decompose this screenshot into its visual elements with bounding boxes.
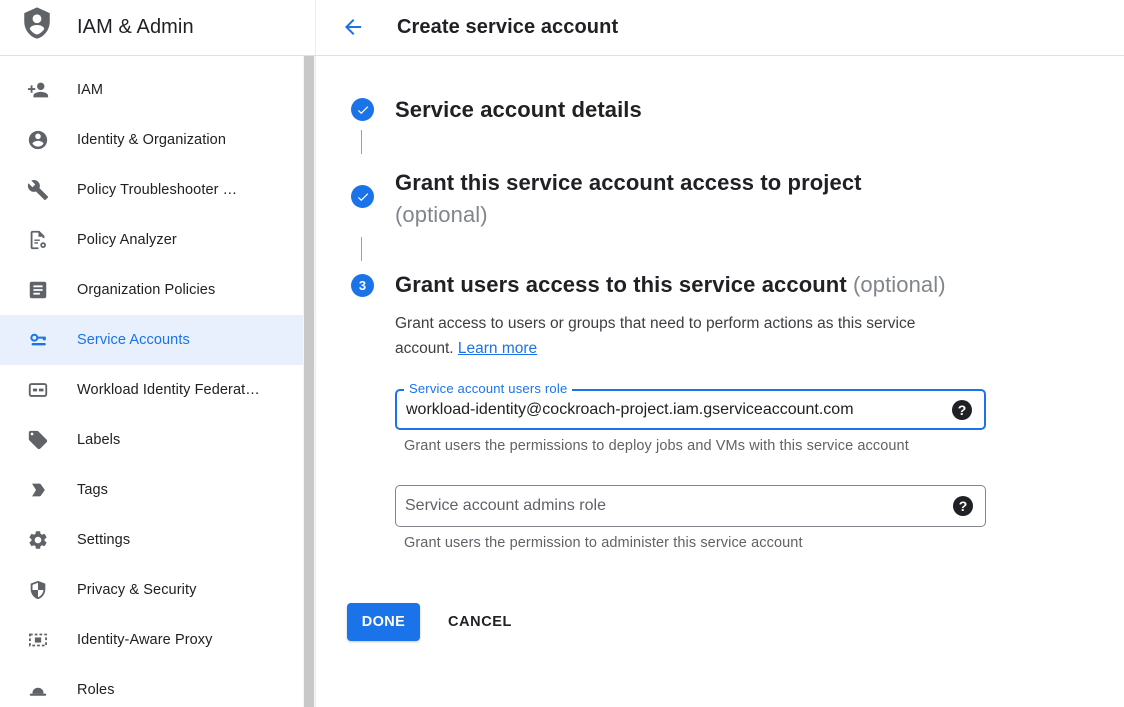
label-icon [27,429,49,451]
sidebar-item-label: Policy Analyzer [77,215,177,265]
sidebar-item-label: Workload Identity Federat… [77,365,260,415]
step-2-optional-label: (optional) [395,202,488,227]
users-role-input[interactable] [397,391,984,428]
back-arrow-icon[interactable] [341,13,369,41]
step-3-optional-label: (optional) [853,272,946,297]
sidebar-item-policy-analyzer[interactable]: Policy Analyzer [0,215,316,265]
help-icon[interactable]: ? [952,400,972,420]
admins-role-helper-text: Grant users the permission to administer… [404,535,803,551]
wrench-icon [27,179,49,201]
page-title: Create service account [397,13,618,41]
step-2-title: Grant this service account access to pro… [395,167,955,231]
sidebar: IAM & Admin IAMIdentity & OrganizationPo… [0,0,316,707]
sidebar-scrollbar-thumb[interactable] [304,56,314,707]
step-3-title: Grant users access to this service accou… [395,272,946,298]
sidebar-item-roles[interactable]: Roles [0,665,316,707]
sidebar-item-label: Privacy & Security [77,565,196,615]
done-button[interactable]: DONE [347,603,420,641]
sidebar-item-labels[interactable]: Labels [0,415,316,465]
sidebar-item-organization-policies[interactable]: Organization Policies [0,265,316,315]
step-3-description: Grant access to users or groups that nee… [395,311,955,361]
sidebar-item-policy-troubleshooter[interactable]: Policy Troubleshooter … [0,165,316,215]
step-connector [361,237,362,261]
sidebar-item-settings[interactable]: Settings [0,515,316,565]
learn-more-link[interactable]: Learn more [458,340,537,357]
step-1-title: Service account details [395,97,642,123]
sidebar-header: IAM & Admin [0,0,316,55]
sidebar-item-label: Service Accounts [77,315,190,365]
service-account-admins-role-field: ? [395,485,986,527]
sidebar-item-identity-organization[interactable]: Identity & Organization [0,115,316,165]
badge-icon [27,379,49,401]
roles-hat-icon [27,679,49,701]
sidebar-item-privacy-security[interactable]: Privacy & Security [0,565,316,615]
person-add-icon [27,79,49,101]
cancel-button[interactable]: CANCEL [448,603,512,641]
admins-role-input[interactable] [396,486,985,526]
step-connector [361,130,362,154]
sidebar-item-identity-aware-proxy[interactable]: Identity-Aware Proxy [0,615,316,665]
sidebar-item-label: Identity-Aware Proxy [77,615,213,665]
proxy-icon [27,629,49,651]
sidebar-item-label: Tags [77,465,108,515]
shield-half-icon [27,579,49,601]
sidebar-item-iam[interactable]: IAM [0,65,316,115]
sidebar-item-workload-identity-federat[interactable]: Workload Identity Federat… [0,365,316,415]
tag-icon [27,479,49,501]
sidebar-title: IAM & Admin [77,12,194,42]
service-account-users-role-field: Service account users role ? [395,389,986,430]
step-2-complete-check-icon [351,185,374,208]
step-3-title-text: Grant users access to this service accou… [395,272,847,297]
iam-admin-console: IAM & Admin IAMIdentity & OrganizationPo… [0,0,1124,707]
step-2-title-text: Grant this service account access to pro… [395,170,862,195]
sidebar-item-label: IAM [77,65,103,115]
sidebar-item-label: Labels [77,415,120,465]
service-account-icon [27,329,49,351]
gear-icon [27,529,49,551]
help-icon[interactable]: ? [953,496,973,516]
iam-shield-logo-icon [20,6,54,48]
sidebar-item-service-accounts[interactable]: Service Accounts [0,315,316,365]
policy-analyzer-icon [27,229,49,251]
sidebar-item-label: Roles [77,665,115,707]
sidebar-nav: IAMIdentity & OrganizationPolicy Trouble… [0,65,316,707]
sidebar-item-label: Identity & Organization [77,115,226,165]
article-icon [27,279,49,301]
step-3-number-badge: 3 [351,274,374,297]
users-role-helper-text: Grant users the permissions to deploy jo… [404,438,909,454]
header-divider [0,55,1124,56]
sidebar-item-label: Settings [77,515,130,565]
account-circle-icon [27,129,49,151]
step-1-complete-check-icon [351,98,374,121]
sidebar-scrollbar-track[interactable] [303,56,315,707]
sidebar-item-label: Policy Troubleshooter … [77,165,237,215]
sidebar-item-tags[interactable]: Tags [0,465,316,515]
sidebar-item-label: Organization Policies [77,265,215,315]
step-3-number: 3 [359,278,366,293]
